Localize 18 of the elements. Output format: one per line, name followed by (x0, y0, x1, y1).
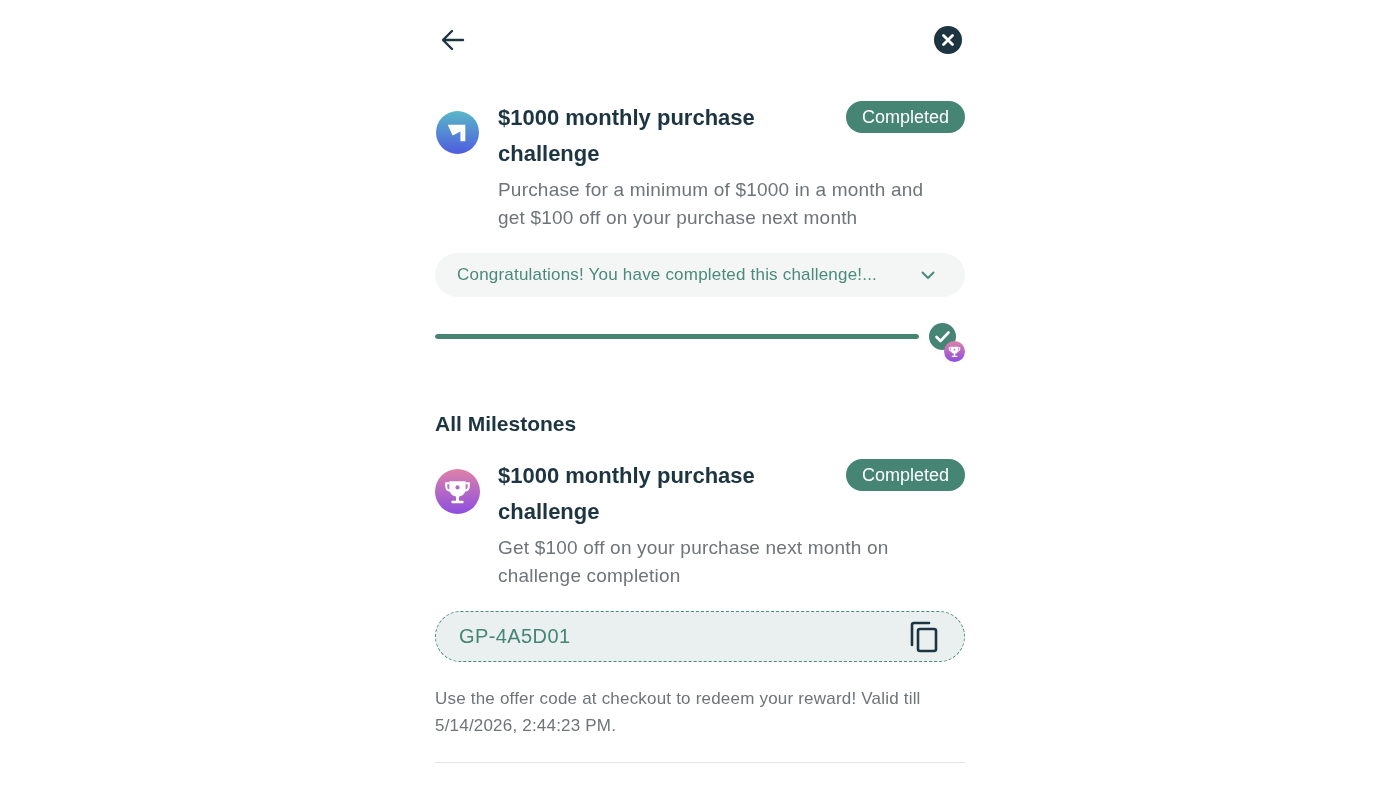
milestone-title: $1000 monthly purchase challenge (498, 462, 756, 526)
status-badge: Completed (845, 459, 965, 491)
back-arrow-icon (441, 29, 465, 51)
milestone-description: Get $100 off on your purchase next month on challenge completion (498, 536, 890, 588)
offer-note: Use the offer code at checkout to redeem your reward! Valid till 5/14/2026, 2:44:23 PM. (435, 688, 922, 737)
challenge-title: $1000 monthly purchase challenge (498, 104, 756, 168)
trophy-icon (435, 469, 480, 514)
back-button[interactable] (441, 29, 465, 51)
close-button[interactable] (934, 26, 962, 54)
close-icon (934, 26, 962, 54)
status-badge: Completed (845, 101, 965, 133)
copy-icon (910, 620, 938, 653)
copy-button[interactable] (910, 620, 938, 653)
offer-code: GP-4A5D01 (459, 625, 571, 648)
trophy-icon (944, 341, 965, 362)
challenge-description: Purchase for a minimum of $1000 in a month and get $100 off on your purchase next month (498, 178, 925, 230)
message-expander[interactable]: Congratulations! You have completed this challenge!... (435, 253, 965, 297)
section-heading: All Milestones (435, 411, 578, 437)
